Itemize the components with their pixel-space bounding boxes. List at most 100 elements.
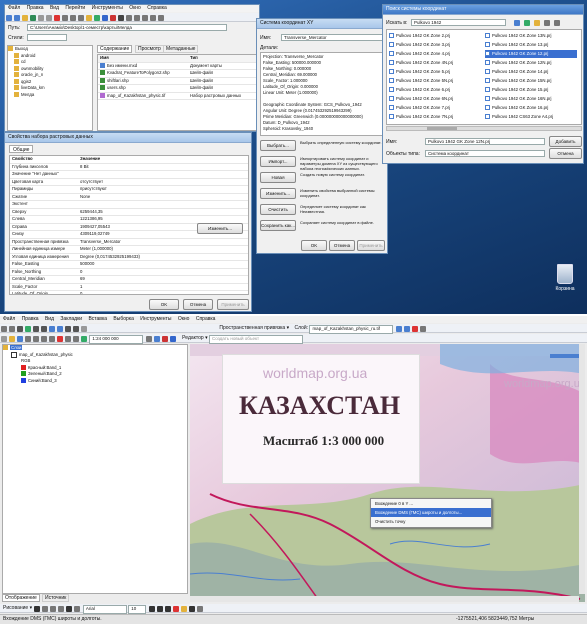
table-row[interactable]: Сжатие None <box>10 194 248 201</box>
browse-type-dropdown[interactable]: Система координат <box>425 150 545 157</box>
tab-metadata[interactable]: Метаданные <box>163 45 199 53</box>
prj-file-item[interactable]: Pulkovo 1942 GK Zone 4.prj <box>389 50 481 58</box>
apply-button[interactable]: Применить <box>217 299 249 310</box>
menu-file[interactable]: Файл <box>3 316 15 322</box>
table-row[interactable]: Цветовая карта отсутствует <box>10 179 248 186</box>
table-row[interactable]: Latitude_Of_Origin 0 <box>10 291 248 294</box>
look-in-dropdown[interactable]: Pulkovo 1942 <box>411 19 506 26</box>
map-canvas[interactable]: worldmap.org.ua КАЗАХСТАН Масштаб 1:3 00… <box>190 344 585 602</box>
search-icon[interactable] <box>102 14 108 21</box>
coord-action-button[interactable]: Импорт... <box>260 156 296 167</box>
rectangle-icon[interactable] <box>58 605 65 612</box>
prj-file-item[interactable]: Pulkovo 1942 GK Zone 14.prj <box>485 68 577 76</box>
pan-icon[interactable] <box>17 325 23 332</box>
redo-icon[interactable] <box>73 335 79 342</box>
tab-display[interactable]: Отображение <box>2 594 40 602</box>
create-feature-input[interactable]: Создать новый объект <box>209 335 303 344</box>
python-icon[interactable] <box>118 14 124 21</box>
large-icons-icon[interactable] <box>62 14 68 21</box>
list-item[interactable]: map_of_Kazakhstan_physic.tif Набор растро… <box>98 93 256 100</box>
menu-file[interactable]: Файл <box>8 5 20 11</box>
table-row[interactable]: False_Easting 500000 <box>10 261 248 269</box>
prj-file-item[interactable]: Pulkovo 1942 GK Zone 2.prj <box>389 32 481 40</box>
prj-file-item[interactable]: Pulkovo 1942 GK Zone 5.prj <box>389 68 481 76</box>
edit-vertices-icon[interactable] <box>74 605 81 612</box>
find-icon[interactable] <box>65 325 71 332</box>
coord-name-input[interactable]: Transverse_Mercator <box>281 34 385 41</box>
styles-dropdown[interactable] <box>27 34 67 41</box>
prj-file-item[interactable]: Pulkovo 1942 GK Zone 13N.prj <box>485 32 577 40</box>
menu-tools[interactable]: Инструменты <box>140 316 171 322</box>
coord-action-button[interactable]: Очистить <box>260 204 296 215</box>
prj-file-item[interactable]: Pulkovo 1942 GK Zone 4N.prj <box>389 59 481 67</box>
italic-icon[interactable] <box>156 605 163 612</box>
forward-extent-icon[interactable] <box>41 325 47 332</box>
table-row[interactable]: False_Northing 0 <box>10 269 248 276</box>
save-icon[interactable] <box>17 335 23 342</box>
map-scrollbar-vertical[interactable] <box>579 344 585 594</box>
identify-icon[interactable] <box>57 325 63 332</box>
edit-projection-button[interactable]: Изменить... <box>197 223 243 234</box>
zoom-in-icon[interactable] <box>1 325 7 332</box>
table-row[interactable]: Угловая единица измерения Degree (0,01745… <box>10 254 248 261</box>
coord-action-button[interactable]: Выбрать... <box>260 140 296 151</box>
coord-action-button[interactable]: Изменить... <box>260 188 296 199</box>
browse-scrollbar[interactable] <box>386 126 582 131</box>
launch-arcmap-icon[interactable] <box>86 14 92 21</box>
arctoolbox-icon[interactable] <box>161 335 168 342</box>
table-row[interactable]: Сверху 6259444,35 <box>10 209 248 216</box>
menu-view[interactable]: Вид <box>45 316 54 322</box>
add-control-points-icon[interactable] <box>411 325 418 332</box>
tree-item[interactable]: Мелда <box>8 92 92 99</box>
list-icon[interactable] <box>70 14 76 21</box>
home-icon[interactable] <box>524 19 530 26</box>
menu-edit[interactable]: Правка <box>27 5 44 11</box>
menu-insert[interactable]: Вставка <box>88 316 107 322</box>
editor-menu[interactable]: Редактор ▾ <box>182 334 207 343</box>
details-icon[interactable] <box>78 14 84 21</box>
up-one-level-icon[interactable] <box>514 19 520 26</box>
bold-icon[interactable] <box>148 605 155 612</box>
coord-action-button[interactable]: Новая <box>260 172 296 183</box>
zoom-out-icon[interactable] <box>134 14 140 21</box>
print-icon[interactable] <box>25 335 31 342</box>
prj-file-item[interactable]: Pulkovo 1942 GK Zone 7.prj <box>389 104 481 112</box>
prj-file-item[interactable]: Pulkovo 1942 GK Zone 16.prj <box>485 104 577 112</box>
prj-file-item[interactable]: Pulkovo 1942 GK Zone 12N.prj <box>485 59 577 67</box>
table-row[interactable]: Линейная единица измере Meter (1,000000) <box>10 246 248 254</box>
path-input[interactable]: C:\Users\Анаміх\Desktop\1-семестр\карты\… <box>27 24 227 31</box>
back-icon[interactable] <box>6 14 12 21</box>
connect-folder-icon[interactable] <box>30 14 36 21</box>
shift-icon[interactable] <box>403 325 410 332</box>
undo-icon[interactable] <box>65 335 71 342</box>
arctoolbox-icon[interactable] <box>110 14 116 21</box>
copy-icon[interactable] <box>38 14 44 21</box>
list-item[interactable]: Kvadrat_FeatureToPolygon2.shp Шейп-файл <box>98 70 256 78</box>
details-view-icon[interactable] <box>554 19 560 26</box>
scale-dropdown[interactable]: 1:24 000 000 <box>89 335 144 344</box>
search-icon[interactable] <box>169 335 176 342</box>
coord-ok-button[interactable]: OK <box>301 240 327 251</box>
prj-file-item[interactable]: Pulkovo 1942 CS63 Zone A4.prj <box>485 113 577 121</box>
editor-toolbar-icon[interactable] <box>145 335 152 342</box>
prj-file-item[interactable]: Pulkovo 1942 GK Zone 13.prj <box>485 41 577 49</box>
list-item[interactable]: shiftlari.shp Шейп-файл <box>98 78 256 85</box>
georeferencing-label[interactable]: Пространственная привязка ▾ <box>219 324 289 333</box>
zoom-out-icon[interactable] <box>9 325 15 332</box>
coord-action-button[interactable]: Сохранить как... <box>260 220 296 231</box>
menu-window[interactable]: Окно <box>129 5 141 11</box>
new-folder-icon[interactable] <box>534 19 540 26</box>
table-row[interactable]: Central_Meridian 69 <box>10 276 248 284</box>
text-icon[interactable] <box>66 605 73 612</box>
line-color-icon[interactable] <box>188 605 195 612</box>
copy-icon[interactable] <box>41 335 47 342</box>
cut-icon[interactable] <box>33 335 39 342</box>
menu-selection[interactable]: Выборка <box>113 316 133 322</box>
draw-menu[interactable]: Рисование ▾ <box>3 604 32 613</box>
prj-file-item[interactable]: Pulkovo 1942 GK Zone 6N.prj <box>389 95 481 103</box>
menu-item-clear-point[interactable]: Очистить точку <box>371 517 491 526</box>
select-icon[interactable] <box>49 325 55 332</box>
tab-general[interactable]: Общие <box>9 145 34 153</box>
prj-file-item[interactable]: Pulkovo 1942 GK Zone 6.prj <box>389 86 481 94</box>
prj-file-item[interactable]: Pulkovo 1942 GK Zone 7N.prj <box>389 113 481 121</box>
